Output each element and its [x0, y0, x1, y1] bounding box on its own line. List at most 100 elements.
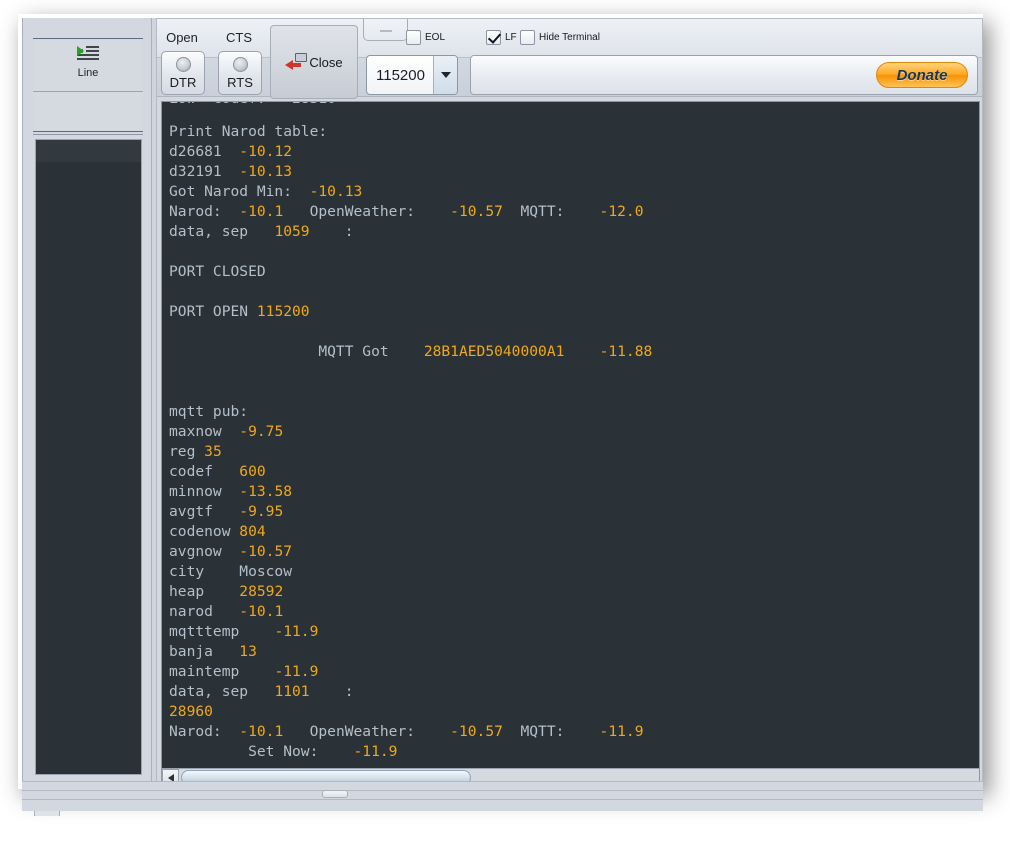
terminal-value: -10.1 — [239, 723, 284, 740]
dock-button-line[interactable]: Line — [33, 40, 143, 92]
status-strip-lower — [22, 799, 983, 811]
terminal-value: -11.9 — [599, 723, 644, 740]
dock-divider-top — [33, 38, 143, 39]
dtr-button[interactable]: DTR — [161, 51, 205, 95]
chevron-down-icon — [440, 72, 451, 78]
terminal-line: Set Now: -11.9 — [169, 742, 979, 762]
terminal-value: -11.9 — [274, 623, 319, 640]
eol-checkbox[interactable]: EOL — [406, 30, 445, 45]
terminal-text: heap — [169, 583, 240, 600]
terminal-line: narod -10.1 — [169, 602, 979, 622]
terminal-text: codenow — [169, 523, 240, 540]
dtr-led-icon — [175, 56, 191, 72]
terminal-line: maxnow -9.75 — [169, 422, 979, 442]
terminal-text: : — [309, 683, 354, 700]
close-port-button[interactable]: Close — [270, 25, 358, 99]
terminal-text: codef — [169, 463, 240, 480]
terminal-text: reg — [169, 443, 205, 460]
lf-checkbox-label: LF — [505, 32, 517, 43]
app-window: Line Open CTS DTR RTS Close EOL LF Hide … — [0, 0, 1010, 843]
baud-rate-select[interactable]: 115200 — [366, 55, 458, 95]
terminal-text: PORT CLOSED — [169, 263, 266, 280]
terminal-text: MQTT: — [502, 203, 600, 220]
terminal-line: Narod: -10.1 OpenWeather: -10.57 MQTT: -… — [169, 722, 979, 742]
baud-rate-dropdown-button[interactable] — [433, 56, 457, 94]
hide-terminal-checkbox-label: Hide Terminal — [539, 32, 600, 43]
terminal-text: d26681 — [169, 143, 240, 160]
lf-checkbox[interactable]: LF — [486, 30, 517, 45]
terminal-line: d32191 -10.13 — [169, 162, 979, 182]
terminal-value: -10.12 — [239, 143, 293, 160]
terminal-value: 28B1AED5040000A1 — [423, 343, 565, 360]
main-window: Open CTS DTR RTS Close EOL LF Hide Termi… — [156, 18, 983, 790]
terminal-value: 804 — [239, 523, 266, 540]
terminal-line: reg 35 — [169, 442, 979, 462]
terminal-value: -10.1 — [239, 203, 284, 220]
close-port-button-label: Close — [309, 54, 343, 70]
status-strip-upper — [22, 781, 983, 790]
terminal-line: codef 600 — [169, 462, 979, 482]
open-group-label: Open — [166, 30, 198, 45]
dock-button-line-label: Line — [77, 67, 99, 79]
terminal-text: maxnow — [169, 423, 240, 440]
terminal-text: d32191 — [169, 163, 240, 180]
clipped-toolbar-button[interactable] — [363, 19, 408, 41]
terminal-value: -11.9 — [353, 743, 398, 760]
dock-log-pane[interactable] — [35, 139, 142, 775]
terminal-value: 1059 — [274, 223, 310, 240]
eol-checkbox-box[interactable] — [406, 30, 421, 45]
terminal-value: 1101 — [274, 683, 310, 700]
terminal-value: -10.57 — [450, 723, 503, 740]
terminal-value: -10.13 — [309, 183, 363, 200]
terminal-value: -10.13 — [239, 163, 293, 180]
terminal-text: MQTT Got — [169, 343, 424, 360]
terminal-value: -9.95 — [239, 503, 284, 520]
rts-button[interactable]: RTS — [218, 51, 262, 95]
terminal-line: MQTT Got 28B1AED5040000A1 -11.88 — [169, 342, 979, 362]
hide-terminal-checkbox-box[interactable] — [520, 30, 535, 45]
terminal-line: data, sep 1059 : — [169, 222, 979, 242]
terminal-line: Print Narod table: — [169, 122, 979, 142]
terminal-line: maintemp -11.9 — [169, 662, 979, 682]
terminal-panel[interactable]: Low Codef: 28310 Print Narod table: d2668… — [161, 101, 980, 787]
rts-button-label: RTS — [227, 74, 253, 90]
dock-empty-row — [33, 92, 143, 130]
terminal-line: PORT CLOSED — [169, 262, 979, 282]
terminal-line: city Moscow — [169, 562, 979, 582]
terminal-line: minnow -13.58 — [169, 482, 979, 502]
terminal-value: -11.9 — [274, 663, 319, 680]
disconnect-plug-icon — [285, 53, 308, 71]
terminal-text: avgtf — [169, 503, 240, 520]
terminal-line: avgnow -10.57 — [169, 542, 979, 562]
terminal-line: mqtttemp -11.9 — [169, 622, 979, 642]
terminal-text: Set Now: — [169, 743, 354, 760]
terminal-text: Print Narod table: — [169, 123, 328, 140]
dock-toolbar: Line — [33, 40, 143, 92]
terminal-clipped-line: Low Codef: 28310 — [169, 102, 336, 109]
hide-terminal-checkbox[interactable]: Hide Terminal — [520, 30, 600, 45]
terminal-text: banja — [169, 643, 240, 660]
terminal-line: mqtt pub: — [169, 402, 979, 422]
terminal-line: data, sep 1101 : — [169, 682, 979, 702]
terminal-value: -13.58 — [239, 483, 293, 500]
terminal-value: 115200 — [256, 303, 310, 320]
donate-button[interactable]: Donate — [876, 62, 968, 88]
cts-group-label: CTS — [226, 30, 252, 45]
terminal-value: -11.88 — [599, 343, 653, 360]
terminal-text: avgnow — [169, 543, 240, 560]
terminal-text: minnow — [169, 483, 240, 500]
terminal-value: 600 — [239, 463, 266, 480]
terminal-text: data, sep — [169, 223, 275, 240]
line-insert-icon — [77, 45, 99, 63]
dtr-button-label: DTR — [169, 74, 197, 90]
terminal-line: PORT OPEN 115200 — [169, 302, 979, 322]
lf-checkbox-box[interactable] — [486, 30, 501, 45]
send-input-bar[interactable]: Donate — [470, 55, 978, 95]
terminal-output[interactable]: Low Codef: 28310 Print Narod table: d2668… — [162, 102, 979, 768]
terminal-value: 28960 — [169, 703, 213, 720]
horizontal-splitter-grip[interactable] — [322, 790, 348, 798]
